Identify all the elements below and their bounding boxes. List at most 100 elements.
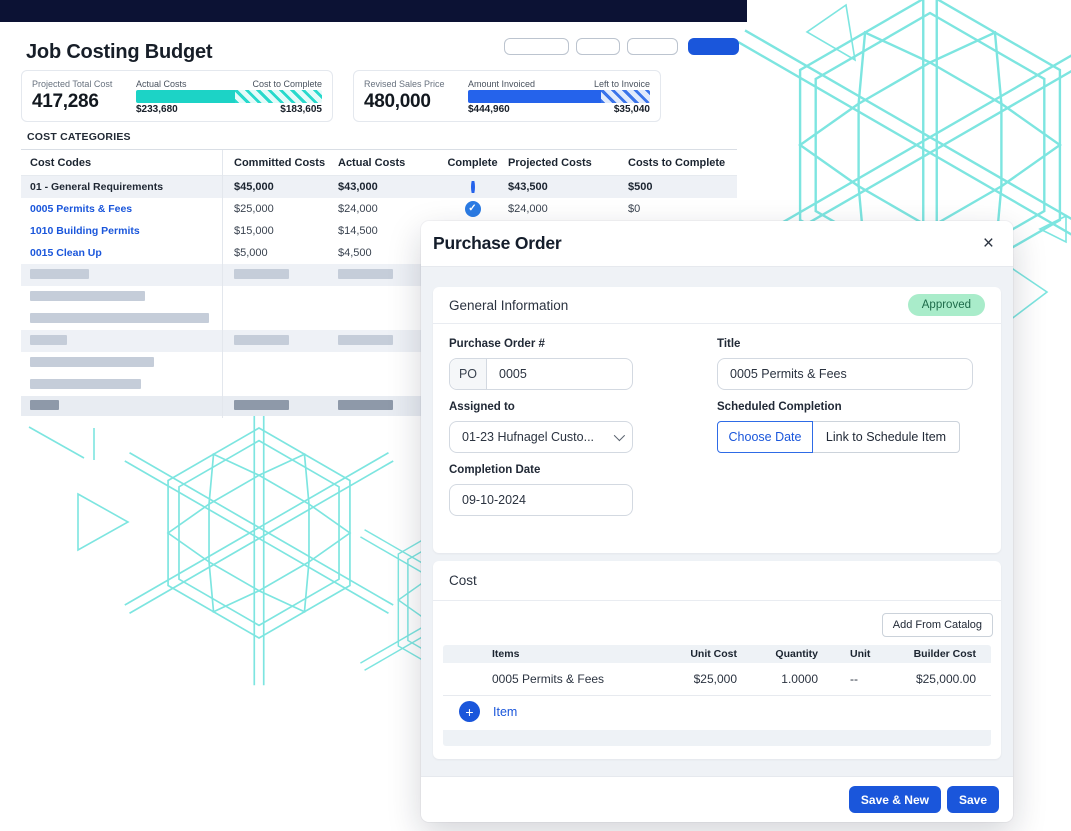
table-header-row: Cost Codes Committed Costs Actual Costs … <box>21 150 737 176</box>
save-button[interactable]: Save <box>947 786 999 813</box>
table-row: 01 - General Requirements $45,000 $43,00… <box>21 176 737 198</box>
bar-left-amount: $444,960 <box>468 104 510 115</box>
add-from-catalog-button[interactable]: Add From Catalog <box>882 613 993 637</box>
link-to-schedule-item-button[interactable]: Link to Schedule Item <box>813 421 960 453</box>
purchase-order-number-field[interactable]: PO 0005 <box>449 358 633 390</box>
committed-value: $45,000 <box>222 181 338 193</box>
skeleton-bar <box>338 400 393 410</box>
card-label: Revised Sales Price <box>364 79 468 89</box>
skeleton-bar <box>30 379 141 389</box>
status-badge: Approved <box>908 294 985 316</box>
skeleton-bar <box>338 335 393 345</box>
committed-value: $5,000 <box>222 247 338 259</box>
col-projected-costs: Projected Costs <box>508 157 628 169</box>
bar-right-amount: $35,040 <box>614 104 650 115</box>
card-value: 480,000 <box>364 91 468 113</box>
col-complete: Complete <box>447 157 497 169</box>
projected-value: $24,000 <box>508 203 628 215</box>
skeleton-bar <box>234 335 289 345</box>
scheduled-completion-toggle: Choose Date Link to Schedule Item <box>717 421 985 453</box>
col-committed-costs: Committed Costs <box>222 157 338 169</box>
cost-section-title: Cost <box>433 561 1001 601</box>
skeleton-bar <box>30 357 154 367</box>
skeleton-bar <box>234 400 289 410</box>
modal-header: Purchase Order × <box>421 221 1013 267</box>
actual-costs-progress-bar <box>136 90 322 103</box>
save-and-new-button[interactable]: Save & New <box>849 786 941 813</box>
projected-value: $43,500 <box>508 181 628 193</box>
col-builder-cost: Builder Cost <box>914 648 991 660</box>
committed-value: $25,000 <box>222 203 338 215</box>
title-label: Title <box>717 338 985 350</box>
col-quantity: Quantity <box>775 648 818 660</box>
item-name: 0005 Permits & Fees <box>492 672 647 686</box>
cost-card: Cost Add From Catalog Items Unit Cost Qu… <box>433 561 1001 759</box>
col-actual-costs: Actual Costs <box>338 157 437 169</box>
col-unit: Unit <box>818 648 880 660</box>
toolbar-button-2[interactable] <box>576 38 620 55</box>
skeleton-bar <box>234 269 289 279</box>
bar-fill <box>136 90 235 103</box>
general-information-title: General Information <box>449 298 568 313</box>
committed-value: $15,000 <box>222 225 338 237</box>
toolbar-button-primary[interactable] <box>688 38 739 55</box>
assigned-to-select[interactable]: 01-23 Hufnagel Custo... <box>449 421 633 453</box>
assigned-to-value: 01-23 Hufnagel Custo... <box>462 430 594 444</box>
cost-categories-section-title: COST CATEGORIES <box>27 131 131 143</box>
modal-footer: Save & New Save <box>421 776 1013 822</box>
top-navigation-bar <box>0 0 747 22</box>
chevron-down-icon <box>614 430 625 441</box>
col-cost-codes: Cost Codes <box>21 157 222 169</box>
bar-fill <box>468 90 601 103</box>
to-complete-value: $500 <box>628 181 737 193</box>
add-item-row[interactable]: + Item <box>443 695 991 727</box>
cost-code-link[interactable]: 1010 Building Permits <box>21 225 222 237</box>
card-label: Projected Total Cost <box>32 79 136 89</box>
choose-date-button[interactable]: Choose Date <box>717 421 813 453</box>
purchase-order-number-label: Purchase Order # <box>449 338 633 350</box>
title-field[interactable]: 0005 Permits & Fees <box>717 358 973 390</box>
po-prefix: PO <box>450 359 487 389</box>
complete-unchecked-icon[interactable] <box>471 181 475 193</box>
complete-checked-icon[interactable]: ✓ <box>465 201 481 217</box>
item-unit: -- <box>818 672 880 686</box>
actual-value: $43,000 <box>338 181 437 193</box>
toolbar-button-1[interactable] <box>504 38 569 55</box>
cost-code-label: 01 - General Requirements <box>21 181 222 193</box>
close-icon[interactable]: × <box>983 234 994 253</box>
col-costs-to-complete: Costs to Complete <box>628 157 737 169</box>
title-value: 0005 Permits & Fees <box>718 367 847 381</box>
plus-icon[interactable]: + <box>459 701 480 722</box>
skeleton-bar <box>30 269 89 279</box>
item-row[interactable]: 0005 Permits & Fees $25,000 1.0000 -- $2… <box>443 663 991 695</box>
amount-invoiced-progress-bar <box>468 90 650 103</box>
items-header-row: Items Unit Cost Quantity Unit Builder Co… <box>443 645 991 663</box>
item-quantity: 1.0000 <box>781 672 818 686</box>
bar-right-label: Cost to Complete <box>252 79 322 89</box>
skeleton-bar <box>30 291 145 301</box>
page-title: Job Costing Budget <box>26 41 212 64</box>
col-unit-cost: Unit Cost <box>690 648 737 660</box>
add-item-label[interactable]: Item <box>493 705 517 719</box>
skeleton-bar <box>338 269 393 279</box>
cost-code-link[interactable]: 0005 Permits & Fees <box>21 203 222 215</box>
scheduled-completion-label: Scheduled Completion <box>717 401 985 413</box>
bar-right-amount: $183,605 <box>280 104 322 115</box>
table-row: 0005 Permits & Fees $25,000 $24,000 ✓ $2… <box>21 198 737 220</box>
item-builder-cost: $25,000.00 <box>916 672 991 686</box>
modal-title: Purchase Order <box>433 233 562 254</box>
bar-remaining-hatch <box>601 90 650 103</box>
completion-date-label: Completion Date <box>449 464 633 476</box>
general-information-card: General Information Approved Purchase Or… <box>433 287 1001 553</box>
bar-left-label: Actual Costs <box>136 79 187 89</box>
bar-left-label: Amount Invoiced <box>468 79 535 89</box>
item-unit-cost: $25,000 <box>694 672 737 686</box>
toolbar-button-3[interactable] <box>627 38 678 55</box>
cost-code-link[interactable]: 0015 Clean Up <box>21 247 222 259</box>
completion-date-field[interactable]: 09-10-2024 <box>449 484 633 516</box>
bar-left-amount: $233,680 <box>136 104 178 115</box>
completion-date-value: 09-10-2024 <box>450 493 526 507</box>
card-value: 417,286 <box>32 91 136 113</box>
skeleton-bar <box>30 400 59 410</box>
assigned-to-label: Assigned to <box>449 401 633 413</box>
